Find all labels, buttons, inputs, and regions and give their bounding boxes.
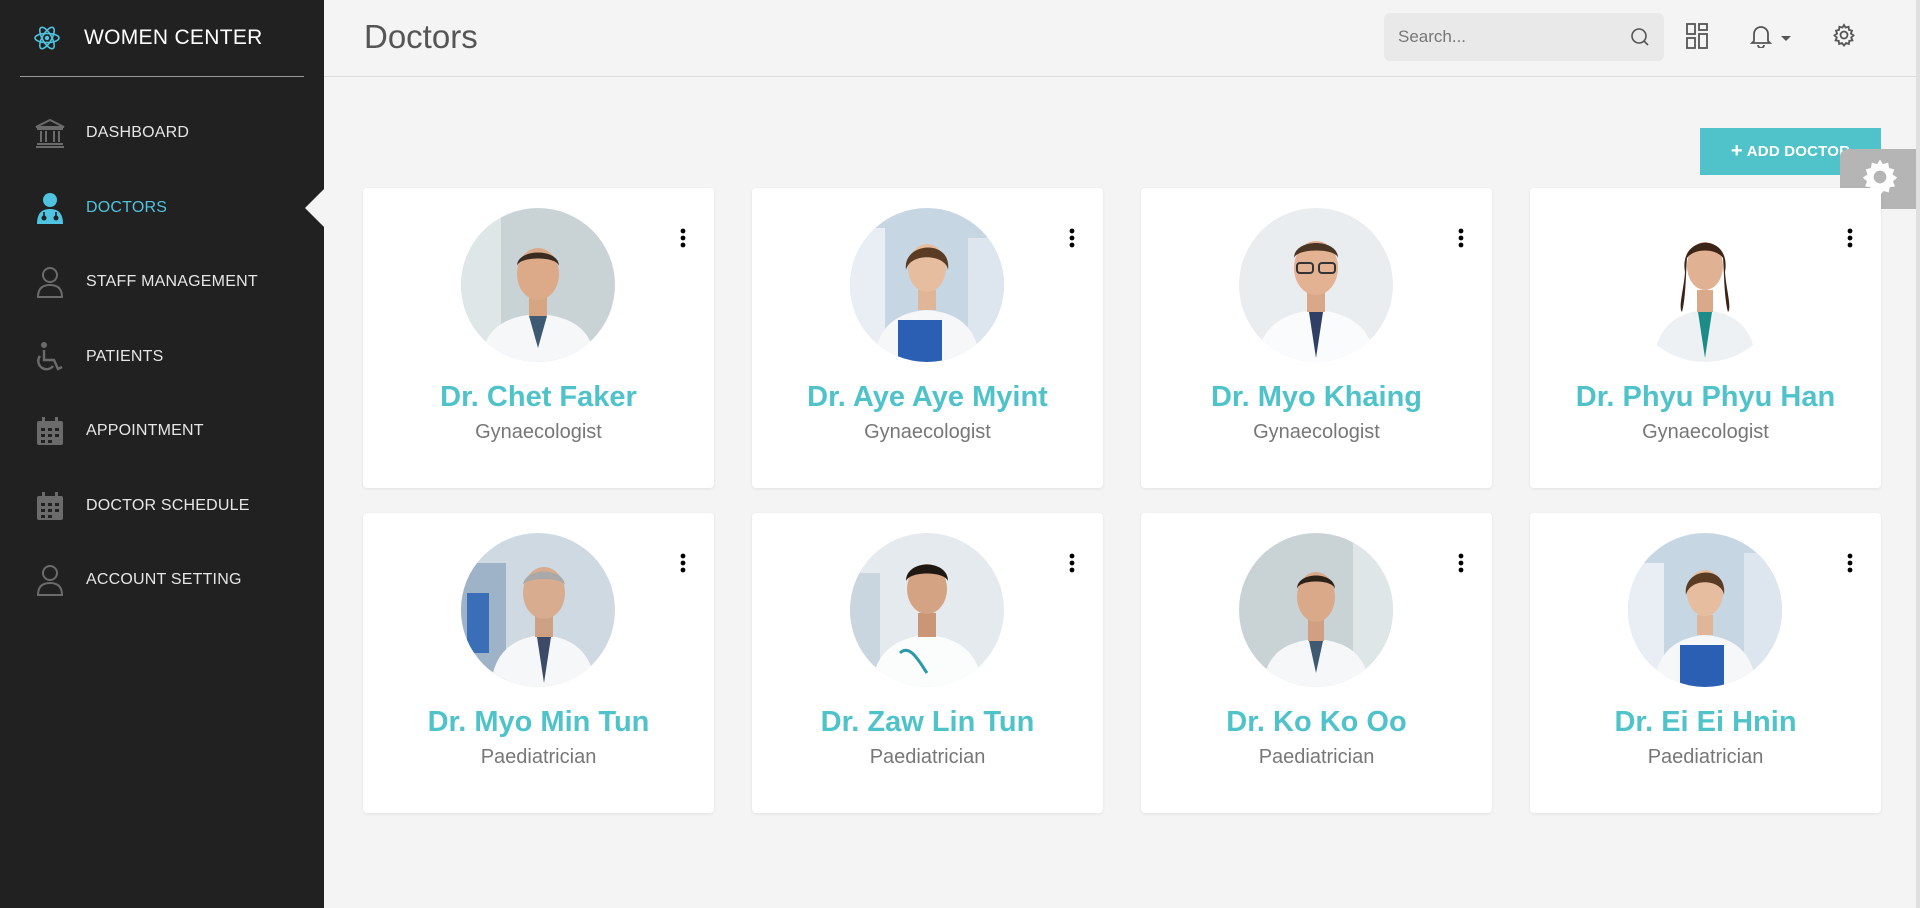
doctor-avatar [850,208,1004,362]
doctor-avatar [850,533,1004,687]
doctor-avatar [1628,208,1782,362]
doctor-name: Dr. Phyu Phyu Han [1575,381,1836,413]
doctor-card[interactable]: Dr. Chet Faker Gynaecologist [363,188,714,488]
more-vertical-icon[interactable] [1065,551,1079,575]
more-vertical-icon[interactable] [1454,226,1468,250]
notifications-button[interactable] [1749,24,1792,53]
sidebar-item-label: DOCTOR SCHEDULE [86,496,250,514]
doctor-card[interactable]: Dr. Ei Ei Hnin Paediatrician [1530,513,1881,813]
sidebar-item-dashboard[interactable]: DASHBOARD [0,96,324,171]
doctor-name: Dr. Aye Aye Myint [807,381,1048,413]
search-box[interactable] [1384,13,1664,61]
sidebar-item-appointment[interactable]: APPOINTMENT [0,394,324,469]
doctor-specialty: Paediatrician [1647,746,1764,768]
sidebar-item-label: PATIENTS [86,347,164,365]
doctor-name: Dr. Chet Faker [440,381,637,413]
more-vertical-icon[interactable] [1843,551,1857,575]
sidebar-item-label: DASHBOARD [86,124,190,142]
brand-name: WOMEN CENTER [84,26,263,49]
doctor-icon [32,190,68,226]
top-header: Doctors [324,0,1920,77]
doctor-specialty: Paediatrician [869,746,986,768]
doctor-specialty: Paediatrician [480,746,597,768]
doctor-card[interactable]: Dr. Aye Aye Myint Gynaecologist [752,188,1103,488]
doctor-specialty: Gynaecologist [864,421,991,443]
sidebar-item-account-setting[interactable]: ACCOUNT SETTING [0,543,324,618]
doctor-avatar [461,533,615,687]
doctor-card[interactable]: Dr. Myo Min Tun Paediatrician [363,513,714,813]
calendar-icon [32,488,68,524]
sidebar-item-staff-management[interactable]: STAFF MANAGEMENT [0,245,324,320]
doctor-specialty: Gynaecologist [475,421,602,443]
react-atom-icon [32,23,62,53]
sidebar-nav: DASHBOARD DOCTORS STAFF MANAGEMENT PATIE… [0,96,324,618]
doctor-avatar [1239,208,1393,362]
doctor-name: Dr. Ei Ei Hnin [1614,706,1797,738]
plus-icon: + [1730,140,1743,162]
gear-icon[interactable] [1832,23,1856,47]
sidebar-item-label: ACCOUNT SETTING [86,571,242,589]
doctor-card[interactable]: Dr. Phyu Phyu Han Gynaecologist [1530,188,1881,488]
sidebar-item-doctors[interactable]: DOCTORS [0,171,324,246]
more-vertical-icon[interactable] [1454,551,1468,575]
doctor-name: Dr. Zaw Lin Tun [820,706,1035,738]
user-icon [32,264,68,300]
sidebar-item-patients[interactable]: PATIENTS [0,320,324,395]
search-icon[interactable] [1630,27,1650,47]
doctor-specialty: Paediatrician [1258,746,1375,768]
search-input[interactable] [1384,27,1614,47]
sidebar-item-label: DOCTORS [86,198,168,216]
doctor-name: Dr. Myo Khaing [1210,381,1423,413]
doctor-specialty: Gynaecologist [1253,421,1380,443]
user-icon [32,562,68,598]
doctor-card[interactable]: Dr. Ko Ko Oo Paediatrician [1141,513,1492,813]
doctor-card[interactable]: Dr. Zaw Lin Tun Paediatrician [752,513,1103,813]
more-vertical-icon[interactable] [676,226,690,250]
active-indicator [305,188,324,227]
page-scrollbar[interactable] [1916,0,1920,908]
doctor-avatar [461,208,615,362]
sidebar-item-label: STAFF MANAGEMENT [86,273,258,291]
more-vertical-icon[interactable] [1843,226,1857,250]
doctor-name: Dr. Myo Min Tun [427,706,650,738]
brand[interactable]: WOMEN CENTER [20,0,304,77]
calendar-icon [32,413,68,449]
more-vertical-icon[interactable] [676,551,690,575]
page-title: Doctors [364,18,478,55]
doctor-specialty: Gynaecologist [1642,421,1769,443]
bell-icon [1749,24,1773,53]
doctor-avatar [1628,533,1782,687]
wheelchair-icon [32,339,68,375]
dashboard-grid-icon[interactable] [1686,23,1708,49]
doctor-name: Dr. Ko Ko Oo [1226,706,1407,738]
doctor-card[interactable]: Dr. Myo Khaing Gynaecologist [1141,188,1492,488]
more-vertical-icon[interactable] [1065,226,1079,250]
sidebar-item-doctor-schedule[interactable]: DOCTOR SCHEDULE [0,469,324,544]
doctor-avatar [1239,533,1393,687]
sidebar: WOMEN CENTER DASHBOARD DOCTORS STAFF MAN… [0,0,324,908]
chevron-down-icon [1780,30,1792,48]
sidebar-item-label: APPOINTMENT [86,422,204,440]
bank-icon [32,115,68,151]
add-doctor-label: ADD DOCTOR [1746,143,1851,160]
